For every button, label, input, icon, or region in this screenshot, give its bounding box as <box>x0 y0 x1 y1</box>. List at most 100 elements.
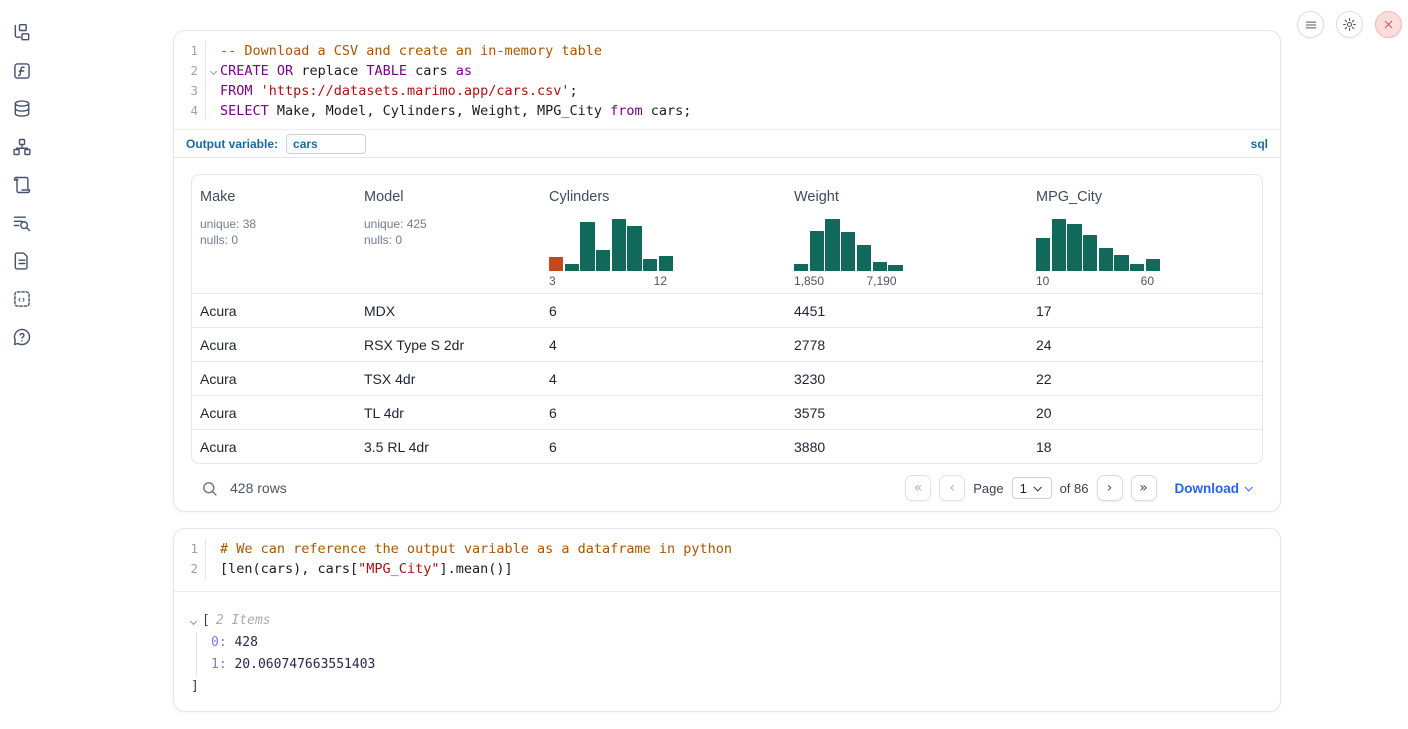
histogram-bar[interactable] <box>873 262 887 271</box>
histogram-bar[interactable] <box>565 264 579 271</box>
help-icon[interactable] <box>11 326 33 348</box>
histogram-bar[interactable] <box>612 219 626 271</box>
code-line[interactable]: 1# We can reference the output variable … <box>174 539 1280 559</box>
histogram-bar[interactable] <box>825 219 839 271</box>
sql-cell: 1 -- Download a CSV and create an in-memo… <box>173 30 1281 512</box>
histogram-bar[interactable] <box>1130 264 1144 271</box>
code-line[interactable]: 4SELECT Make, Model, Cylinders, Weight, … <box>174 101 1280 121</box>
histogram-bar[interactable] <box>659 256 673 271</box>
histogram-bar[interactable] <box>627 226 641 271</box>
column-name[interactable]: Make <box>200 189 235 205</box>
menu-button[interactable] <box>1297 11 1324 38</box>
table-cell: Acura <box>192 294 356 327</box>
table-header-row: Makeunique: 38nulls: 0 Model unique: 425nu… <box>192 175 1262 293</box>
line-number: 3 <box>174 81 206 101</box>
histogram-bar[interactable] <box>888 265 902 271</box>
column-name[interactable]: MPG_City <box>1036 189 1102 205</box>
function-icon[interactable] <box>11 60 33 82</box>
download-button[interactable]: Download <box>1175 481 1252 496</box>
table-cell: 3575 <box>786 396 1028 429</box>
sql-code-editor[interactable]: 1-- Download a CSV and create an in-memo… <box>174 31 1280 129</box>
code-line[interactable]: 2CREATE OR replace TABLE cars as <box>174 61 1280 81</box>
language-badge[interactable]: sql <box>1251 137 1268 151</box>
table-cell: 24 <box>1028 328 1262 361</box>
line-number: 2 <box>174 61 206 81</box>
histogram-bar[interactable] <box>1146 259 1160 271</box>
histogram-bar[interactable] <box>549 257 563 271</box>
table-cell: MDX <box>356 294 541 327</box>
prev-page-button[interactable]: ‹ <box>939 475 965 501</box>
table-cell: 6 <box>541 430 786 463</box>
table-cell: 2778 <box>786 328 1028 361</box>
scroll-icon[interactable] <box>11 174 33 196</box>
open-bracket: [ <box>202 610 210 632</box>
column-header-model: Model unique: 425nulls: 0 <box>356 175 541 293</box>
table-cell: TL 4dr <box>356 396 541 429</box>
histogram-bar[interactable] <box>580 222 594 271</box>
file-tree-icon[interactable] <box>11 22 33 44</box>
column-header-make: Makeunique: 38nulls: 0 <box>192 175 356 293</box>
search-list-icon[interactable] <box>11 212 33 234</box>
pagination: « ‹ Page 1 of 86 › » Download <box>905 475 1251 501</box>
search-icon[interactable] <box>201 480 218 497</box>
graph-icon[interactable] <box>11 136 33 158</box>
snippets-icon[interactable]: ‹› <box>11 288 33 310</box>
table-cell: 4 <box>541 362 786 395</box>
code-line[interactable]: 3FROM 'https://datasets.marimo.app/cars.… <box>174 81 1280 101</box>
code-line[interactable]: 1-- Download a CSV and create an in-memo… <box>174 41 1280 61</box>
column-histogram[interactable]: 1,8507,190 <box>794 219 903 288</box>
database-icon[interactable] <box>11 98 33 120</box>
last-page-button[interactable]: » <box>1131 475 1157 501</box>
histogram-bar[interactable] <box>857 245 871 271</box>
column-name[interactable]: Model <box>364 189 404 205</box>
line-number: 1 <box>174 539 206 559</box>
column-histogram[interactable]: 1060 <box>1036 219 1160 288</box>
row-count: 428 rows <box>230 480 287 496</box>
shutdown-button[interactable] <box>1375 11 1402 38</box>
histogram-bar[interactable] <box>643 259 657 271</box>
histogram-bar[interactable] <box>1052 219 1066 271</box>
histogram-bar[interactable] <box>1067 224 1081 271</box>
python-cell: 1# We can reference the output variable … <box>173 528 1281 712</box>
histogram-bar[interactable] <box>841 232 855 271</box>
table-row: AcuraRSX Type S 2dr4277824 <box>192 327 1262 361</box>
histogram-bar[interactable] <box>810 231 824 271</box>
column-name[interactable]: Cylinders <box>549 189 609 205</box>
chevron-down-icon <box>1244 483 1252 491</box>
table-cell: 18 <box>1028 430 1262 463</box>
table-cell: TSX 4dr <box>356 362 541 395</box>
histogram-bar[interactable] <box>1099 248 1113 271</box>
table-cell: Acura <box>192 396 356 429</box>
histogram-bar[interactable] <box>1036 238 1050 271</box>
table-cell: Acura <box>192 328 356 361</box>
histogram-axis-labels: 1,8507,190 <box>794 274 903 288</box>
page-select[interactable]: 1 <box>1012 477 1052 499</box>
settings-button[interactable] <box>1336 11 1363 38</box>
table-cell: 3880 <box>786 430 1028 463</box>
code-line[interactable]: 2[len(cars), cars["MPG_City"].mean()] <box>174 559 1280 579</box>
column-name[interactable]: Weight <box>794 189 839 205</box>
chevron-down-icon <box>1033 483 1041 491</box>
output-variable-label: Output variable: <box>186 137 278 151</box>
code-text: -- Download a CSV and create an in-memor… <box>206 41 602 61</box>
column-histogram[interactable]: 312 <box>549 219 673 288</box>
column-header-cylinders: Cylinders 312 <box>541 175 786 293</box>
histogram-bar[interactable] <box>1114 255 1128 271</box>
table-cell: Acura <box>192 430 356 463</box>
python-code-editor[interactable]: 1# We can reference the output variable … <box>174 529 1280 592</box>
table-cell: RSX Type S 2dr <box>356 328 541 361</box>
table-cell: 4451 <box>786 294 1028 327</box>
column-stats: unique: 425nulls: 0 <box>364 216 533 248</box>
histogram-bar[interactable] <box>794 264 808 271</box>
table-cell: 3.5 RL 4dr <box>356 430 541 463</box>
next-page-button[interactable]: › <box>1097 475 1123 501</box>
first-page-button[interactable]: « <box>905 475 931 501</box>
items-count: 2 Items <box>216 610 271 632</box>
code-text: [len(cars), cars["MPG_City"].mean()] <box>206 559 513 579</box>
tree-entry-value: 428 <box>234 635 257 650</box>
collapse-icon[interactable] <box>190 617 197 624</box>
output-variable-input[interactable] <box>286 134 366 154</box>
document-icon[interactable] <box>11 250 33 272</box>
histogram-bar[interactable] <box>596 250 610 271</box>
histogram-bar[interactable] <box>1083 235 1097 271</box>
